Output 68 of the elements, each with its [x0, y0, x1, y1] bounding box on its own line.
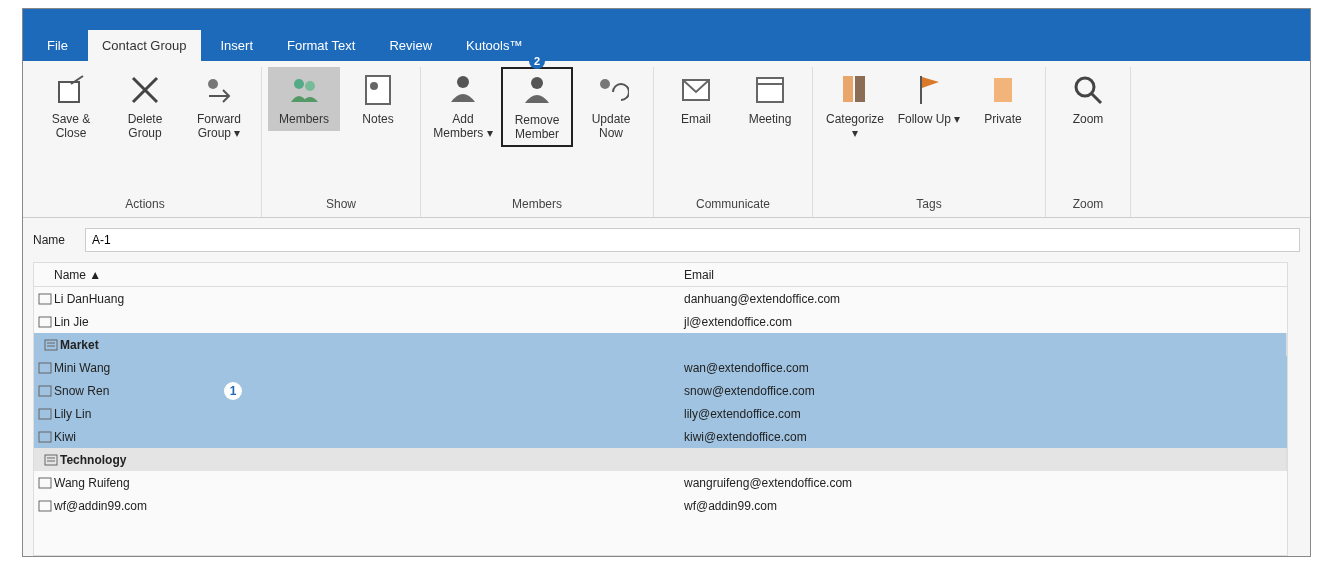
group-icon [44, 453, 58, 466]
ribbon-tab[interactable]: Contact Group [87, 30, 201, 61]
group-label: Tags [915, 196, 943, 213]
ribbon-button[interactable]: Meeting [734, 67, 806, 131]
group-label: Show [325, 196, 357, 213]
member-name: wf@addin99.com [54, 498, 148, 513]
member-row[interactable]: wf@addin99.com wf@addin99.com [34, 494, 1287, 517]
member-email: snow@extendoffice.com [684, 383, 816, 398]
ribbon-button[interactable]: Categorize ▾ [819, 67, 891, 145]
member-row[interactable]: Lily Lin lily@extendoffice.com [34, 402, 1287, 425]
contact-icon [38, 315, 52, 328]
member-row[interactable]: Snow Ren 1 snow@extendoffice.com [34, 379, 1287, 402]
ribbon-button[interactable]: Members [268, 67, 340, 131]
member-email: lily@extendoffice.com [684, 406, 802, 421]
member-name: Lin Jie [54, 314, 90, 329]
column-header[interactable]: Name ▲ [54, 267, 684, 282]
member-row[interactable]: Wang Ruifeng wangruifeng@extendoffice.com [34, 471, 1287, 494]
callout-badge: 1 [224, 381, 242, 400]
member-name: Technology [60, 452, 128, 467]
ribbon-button[interactable]: Notes [342, 67, 414, 131]
member-email: wan@extendoffice.com [684, 360, 810, 375]
field-label: Name [33, 233, 65, 247]
member-email: wangruifeng@extendoffice.com [684, 475, 854, 490]
contact-icon [38, 407, 52, 420]
group-label: Zoom [1071, 196, 1105, 213]
member-name: Wang Ruifeng [54, 475, 131, 490]
contact-icon [38, 292, 52, 305]
member-email: danhuang@extendoffice.com [684, 291, 842, 306]
ribbon-button[interactable]: Follow Up ▾ [893, 67, 965, 131]
member-email: jl@extendoffice.com [684, 314, 793, 329]
group-label: Members [511, 196, 563, 213]
name-field[interactable]: A-1 [85, 228, 1300, 252]
contact-icon [38, 499, 52, 512]
ribbon-button[interactable]: Add Members ▾ [427, 67, 499, 145]
member-email: wf@addin99.com [684, 498, 778, 513]
member-row[interactable]: Kiwi kiwi@extendoffice.com [34, 425, 1287, 448]
contact-icon [38, 476, 52, 489]
column-header[interactable]: Email [684, 267, 1287, 282]
ribbon-tab[interactable]: Insert [206, 30, 267, 61]
group-icon [44, 338, 58, 351]
ribbon-button[interactable]: Update Now [575, 67, 647, 145]
member-name: Kiwi [54, 429, 77, 444]
group-label: Communicate [695, 196, 771, 213]
member-row[interactable]: Market [34, 333, 1287, 356]
contact-icon [38, 430, 52, 443]
contact-icon [38, 361, 52, 374]
ribbon-button[interactable]: Private [967, 67, 1039, 131]
ribbon-button[interactable]: Zoom [1052, 67, 1124, 131]
member-row[interactable]: Li DanHuang danhuang@extendoffice.com [34, 287, 1287, 310]
member-row[interactable]: Technology [34, 448, 1287, 471]
ribbon-button[interactable]: Email [660, 67, 732, 131]
ribbon-tab[interactable]: Review [375, 30, 447, 61]
member-name: Li DanHuang [54, 291, 126, 306]
member-name: Lily Lin [54, 406, 93, 421]
member-email: kiwi@extendoffice.com [684, 429, 808, 444]
ribbon-tab[interactable]: Format Text [273, 30, 370, 61]
member-name: Market [60, 337, 100, 352]
ribbon-button[interactable]: Forward Group ▾ [183, 67, 255, 145]
ribbon-button[interactable]: Delete Group [109, 67, 181, 145]
group-label: Actions [124, 196, 166, 213]
member-row[interactable]: Mini Wang wan@extendoffice.com [34, 356, 1287, 379]
ribbon-button[interactable]: Remove Member [501, 67, 573, 147]
contact-icon [38, 384, 52, 397]
member-row[interactable]: Lin Jie jl@extendoffice.com [34, 310, 1287, 333]
member-name: Snow Ren [54, 383, 111, 398]
ribbon-tab[interactable]: File [33, 30, 82, 61]
ribbon-button[interactable]: Save & Close [35, 67, 107, 145]
member-name: Mini Wang [54, 360, 112, 375]
